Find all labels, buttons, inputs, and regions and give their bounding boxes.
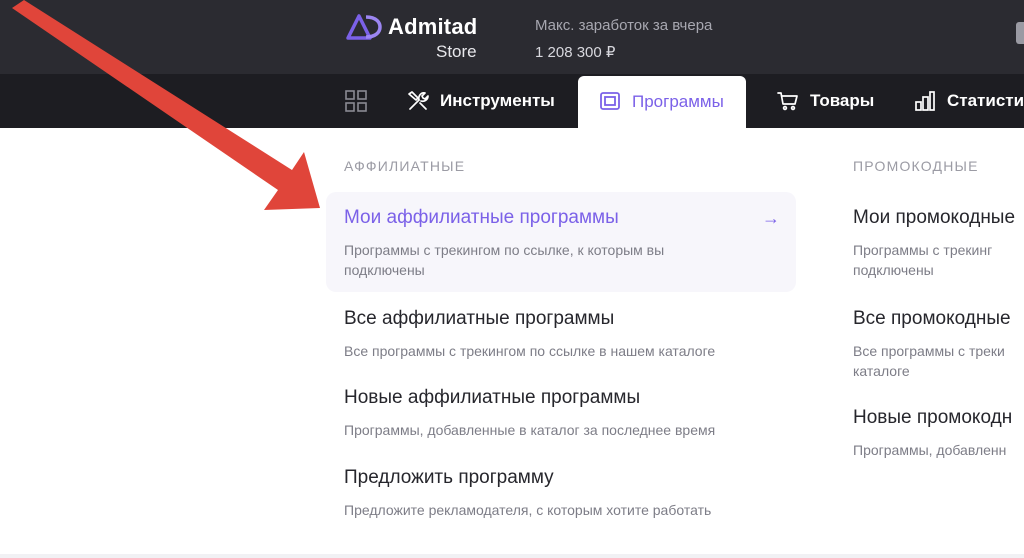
- main-nav: Инструменты Программы Товары Статисти: [0, 74, 1024, 128]
- menu-item-new-promo-programs[interactable]: Новые промокодн Программы, добавленн: [853, 407, 1024, 460]
- menu-item-description: Программы, добавленные в каталог за посл…: [344, 422, 716, 438]
- promo-section-title: ПРОМОКОДНЫЕ: [853, 158, 979, 174]
- earnings-block: Макс. заработок за вчера 1 208 300 ₽: [535, 17, 712, 61]
- nav-item-programs[interactable]: Программы: [578, 76, 746, 128]
- menu-item-title: Все аффилиатные программы: [344, 308, 615, 329]
- logo-subtitle: Store: [436, 42, 477, 61]
- menu-item-my-affiliate-programs[interactable]: Мои аффилиатные программы Программы с тр…: [344, 207, 814, 280]
- menu-item-description: Все программы с трекингом по ссылке в на…: [344, 343, 716, 359]
- menu-item-new-affiliate-programs[interactable]: Новые аффилиатные программы Программы, д…: [344, 387, 814, 440]
- tools-icon: [408, 91, 429, 110]
- menu-item-title: Мои аффилиатные программы: [344, 207, 619, 228]
- menu-item-all-promo-programs[interactable]: Все промокодные Все программы с треки ка…: [853, 308, 1024, 381]
- menu-item-description-line2: подключены: [853, 262, 934, 278]
- logo-name: Admitad: [388, 14, 478, 39]
- bar-chart-icon: [915, 91, 935, 111]
- menu-item-all-affiliate-programs[interactable]: Все аффилиатные программы Все программы …: [344, 308, 814, 361]
- nav-item-tools-label: Инструменты: [440, 91, 555, 110]
- grid-icon: [345, 90, 367, 112]
- menu-item-title: Все промокодные: [853, 308, 1011, 329]
- bottom-divider: [0, 554, 1024, 558]
- nav-item-dashboard[interactable]: [344, 74, 378, 128]
- menu-item-description-line1: Программы с трекинг: [853, 242, 993, 258]
- earnings-value: 1 208 300 ₽: [535, 44, 616, 61]
- nav-item-products-label: Товары: [810, 91, 875, 110]
- nav-item-tools[interactable]: Инструменты: [406, 74, 555, 128]
- logo[interactable]: Admitad: [346, 14, 477, 40]
- menu-item-suggest-program[interactable]: Предложить программу Предложите рекламод…: [344, 467, 814, 520]
- menu-item-description-line2: каталоге: [853, 363, 910, 379]
- cart-icon: [777, 92, 798, 111]
- menu-item-title: Предложить программу: [344, 467, 554, 488]
- monitor-icon: [600, 92, 620, 110]
- nav-item-statistics[interactable]: Статисти: [913, 74, 1024, 128]
- nav-item-programs-label: Программы: [632, 92, 724, 111]
- menu-item-description-line1: Все программы с треки: [853, 343, 1005, 359]
- arrow-right-icon: →: [762, 208, 780, 228]
- menu-item-title: Новые промокодн: [853, 407, 1013, 428]
- menu-item-description: Программы с трекингом по ссылке, к котор…: [344, 242, 665, 278]
- admitad-logo-icon: [346, 14, 382, 40]
- menu-item-my-promo-programs[interactable]: Мои промокодные Программы с трекинг подк…: [853, 207, 1024, 280]
- menu-item-title: Мои промокодные: [853, 207, 1016, 228]
- menu-item-title: Новые аффилиатные программы: [344, 387, 641, 408]
- menu-item-description: Предложите рекламодателя, с которым хоти…: [344, 502, 712, 518]
- affiliate-section-title: АФФИЛИАТНЫЕ: [344, 158, 466, 174]
- nav-item-products[interactable]: Товары: [776, 74, 874, 128]
- menu-item-description-line1: Программы, добавленн: [853, 442, 1007, 458]
- header-corner-control[interactable]: [1016, 22, 1024, 44]
- earnings-label: Макс. заработок за вчера: [535, 17, 713, 34]
- nav-item-statistics-label: Статисти: [947, 91, 1024, 110]
